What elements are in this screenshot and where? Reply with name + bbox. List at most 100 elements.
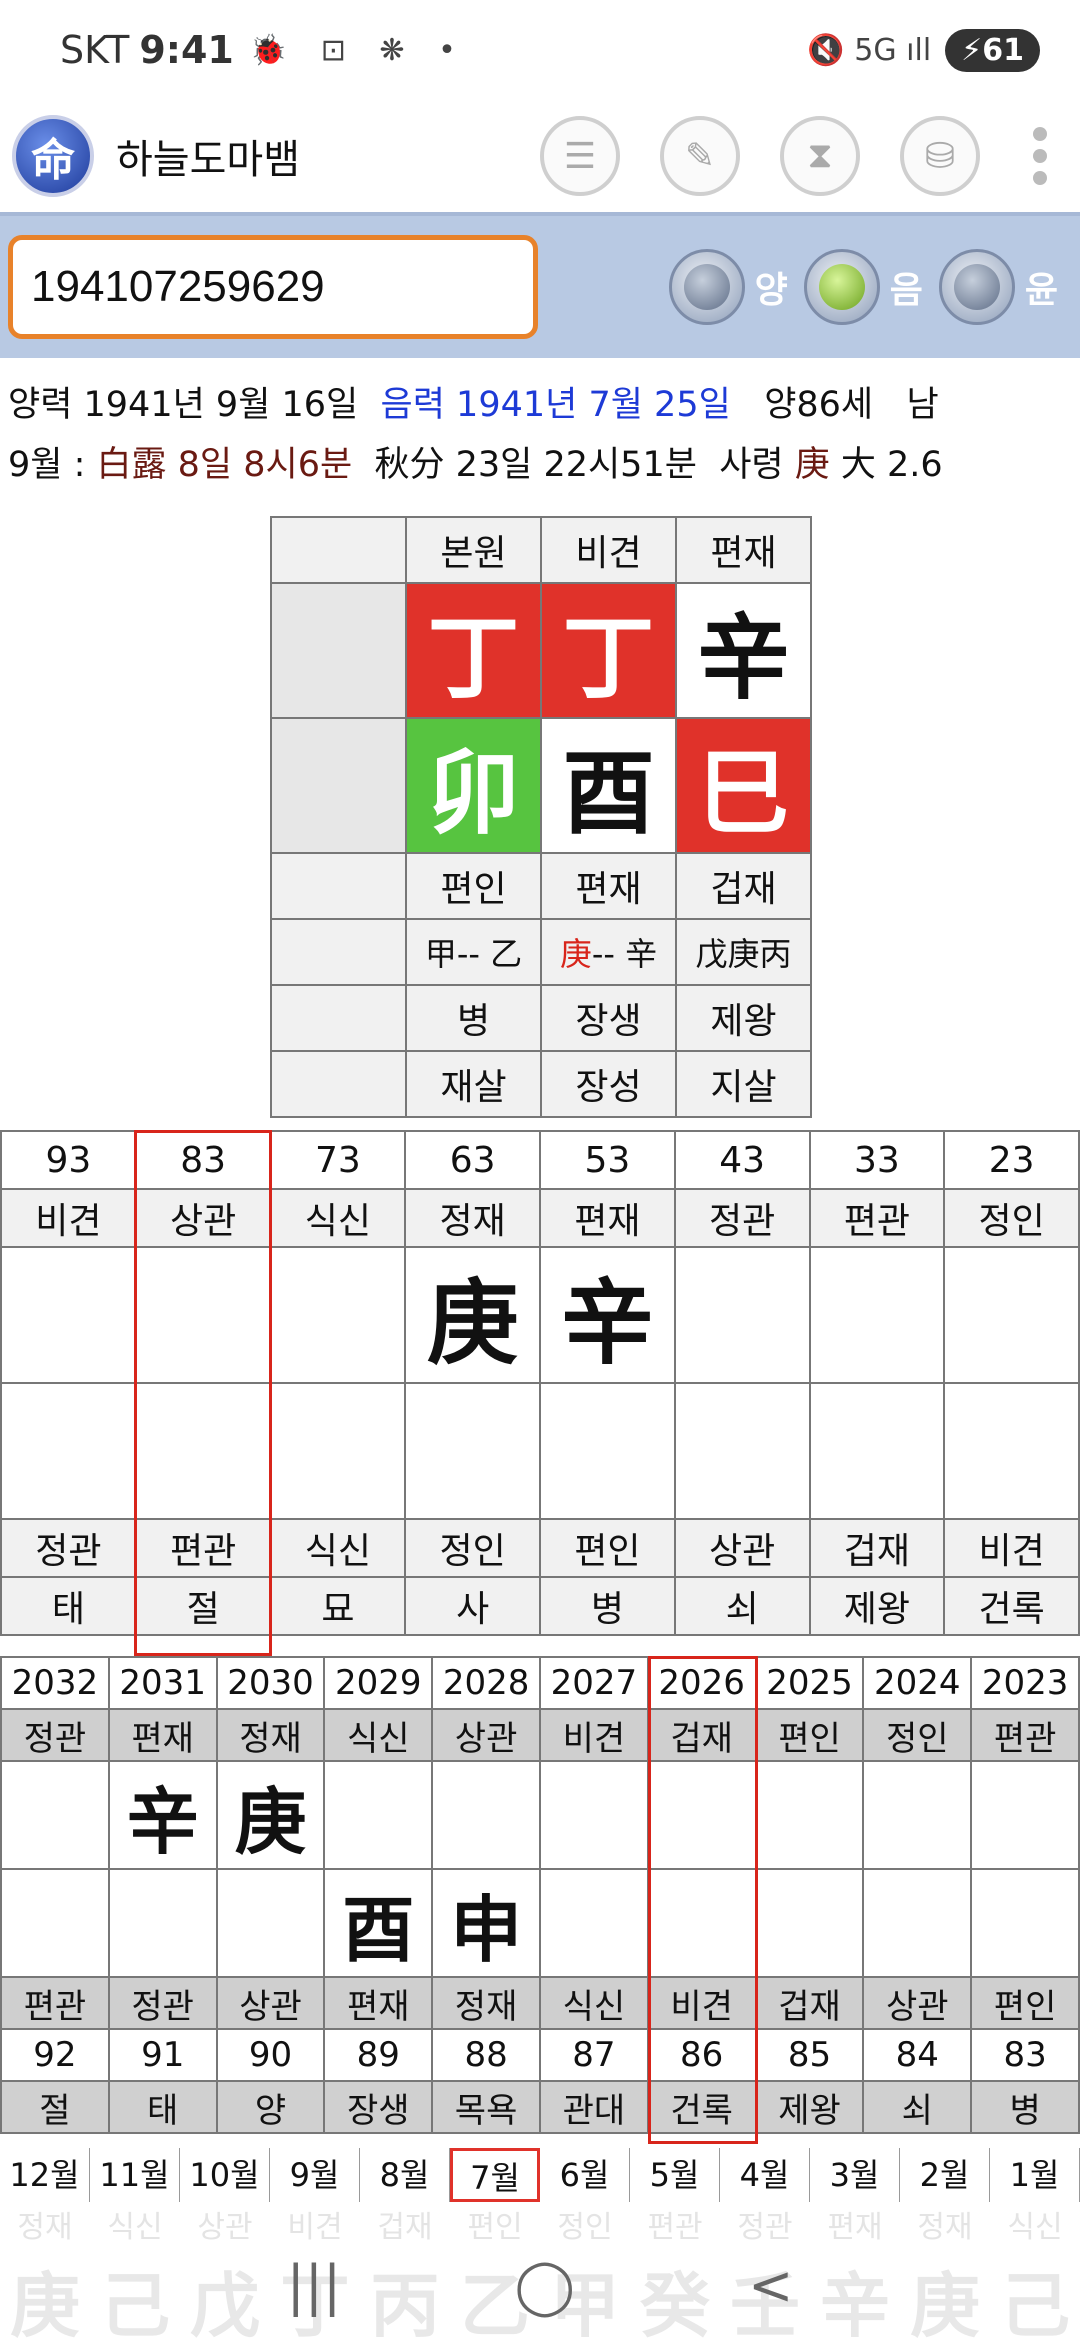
seun-year[interactable]: 2028: [431, 1656, 541, 1710]
seun-age: 86: [646, 2028, 757, 2082]
daewoon-table: 93 83 73 63 53 43 33 23 비견 상관 식신 정재 편재 정…: [0, 1130, 1080, 1636]
daewoon-stem[interactable]: 丁: [0, 1246, 137, 1384]
seun-age: 91: [107, 2028, 218, 2082]
month-tab[interactable]: 12월: [0, 2148, 90, 2202]
seun-branch[interactable]: 戌: [215, 1868, 326, 1978]
seun-branch[interactable]: 子: [0, 1868, 110, 1978]
edit-icon[interactable]: ✎: [660, 116, 740, 196]
more-menu-icon[interactable]: [1020, 127, 1060, 185]
seun-stem[interactable]: 庚: [215, 1760, 326, 1870]
seun-stem[interactable]: 辛: [107, 1760, 218, 1870]
month-tab[interactable]: 8월: [360, 2148, 450, 2202]
daewoon-bottom: 겁재: [808, 1518, 946, 1578]
seun-branch[interactable]: 未: [538, 1868, 649, 1978]
birth-code-input[interactable]: 194107259629: [8, 235, 538, 339]
month-strip: 12월 11월 10월 9월 8월 7월 6월 5월 4월 3월 2월 1월: [0, 2148, 1080, 2202]
database-icon[interactable]: ⛁: [900, 116, 980, 196]
seun-stem[interactable]: 甲: [862, 1760, 973, 1870]
list-icon[interactable]: ☰: [540, 116, 620, 196]
daewoon-branch[interactable]: 卯: [539, 1382, 676, 1520]
seun-branch[interactable]: 辰: [862, 1868, 973, 1978]
daewoon-age[interactable]: 33: [808, 1130, 946, 1190]
daewoon-age[interactable]: 73: [269, 1130, 407, 1190]
daewoon-branch[interactable]: 辰: [673, 1382, 811, 1520]
daewoon-stem[interactable]: 癸: [808, 1246, 946, 1384]
stem-cell[interactable]: 辛: [675, 582, 812, 719]
radio-solar-circle[interactable]: [668, 249, 745, 325]
seun-year[interactable]: 2032: [0, 1656, 110, 1710]
seun-year[interactable]: 2031: [107, 1656, 218, 1710]
month-tab[interactable]: 11월: [90, 2148, 180, 2202]
seun-stem[interactable]: 丁: [538, 1760, 649, 1870]
daewoon-branch[interactable]: 亥: [0, 1382, 137, 1520]
back-icon[interactable]: <: [748, 2254, 793, 2317]
seun-year[interactable]: 2024: [862, 1656, 973, 1710]
seun-branch[interactable]: 巳: [754, 1868, 865, 1978]
seun-year[interactable]: 2023: [970, 1656, 1080, 1710]
seun-year[interactable]: 2026: [646, 1656, 757, 1710]
daewoon-branch[interactable]: 午: [943, 1382, 1080, 1520]
daewoon-stem[interactable]: 甲: [943, 1246, 1080, 1384]
month-tab[interactable]: 2월: [900, 2148, 990, 2202]
seun-age: 87: [538, 2028, 649, 2082]
daewoon-stem[interactable]: 己: [269, 1246, 407, 1384]
month-tab[interactable]: 9월: [270, 2148, 360, 2202]
daewoon-branch[interactable]: 寅: [404, 1382, 541, 1520]
daewoon-age[interactable]: 23: [943, 1130, 1080, 1190]
daewoon-stem[interactable]: 戊: [134, 1246, 272, 1384]
radio-lunar-circle[interactable]: [803, 249, 880, 325]
home-icon[interactable]: ◯: [514, 2254, 574, 2317]
seun-branch[interactable]: 亥: [107, 1868, 218, 1978]
daewoon-branch[interactable]: 巳: [808, 1382, 946, 1520]
daewoon-stem[interactable]: 壬: [673, 1246, 811, 1384]
seun-year[interactable]: 2029: [323, 1656, 434, 1710]
daewoon-stem[interactable]: 庚: [404, 1246, 541, 1384]
daewoon-age[interactable]: 63: [404, 1130, 541, 1190]
seun-stem[interactable]: 壬: [0, 1760, 110, 1870]
pillar-header: 비견: [540, 516, 677, 584]
stem-cell[interactable]: 丁: [540, 582, 677, 719]
radio-leap[interactable]: 윤: [938, 249, 1058, 325]
radio-leap-circle[interactable]: [938, 249, 1015, 325]
seun-branch[interactable]: 午: [646, 1868, 757, 1978]
seun-stem[interactable]: 乙: [754, 1760, 865, 1870]
seun-branch[interactable]: 申: [431, 1868, 541, 1978]
seun-branch[interactable]: 酉: [323, 1868, 434, 1978]
app-logo-icon[interactable]: 命: [12, 115, 94, 197]
seun-year[interactable]: 2025: [754, 1656, 865, 1710]
month-tab[interactable]: 4월: [720, 2148, 810, 2202]
month-tab[interactable]: 1월: [990, 2148, 1080, 2202]
seun-top: 식신: [323, 1708, 434, 1762]
month-tab[interactable]: 6월: [540, 2148, 630, 2202]
recent-apps-icon[interactable]: |||: [287, 2254, 342, 2317]
daewoon-branch[interactable]: 丑: [269, 1382, 407, 1520]
seun-stem[interactable]: 己: [323, 1760, 434, 1870]
seun-stem[interactable]: 戊: [431, 1760, 541, 1870]
month-tab[interactable]: 10월: [180, 2148, 270, 2202]
seun-table: 2032 2031 2030 2029 2028 2027 2026 2025 …: [0, 1656, 1080, 2134]
daewoon-stem[interactable]: 辛: [539, 1246, 676, 1384]
seun-stem[interactable]: 丙: [646, 1760, 757, 1870]
solar-date: 양력 1941년 9월 16일: [8, 385, 359, 425]
daewoon-age[interactable]: 83: [134, 1130, 272, 1190]
branch-cell[interactable]: 巳: [675, 717, 812, 854]
seun-branch[interactable]: 卯: [970, 1868, 1080, 1978]
month-tab-selected[interactable]: 7월: [450, 2148, 540, 2202]
daewoon-age[interactable]: 93: [0, 1130, 137, 1190]
hourglass-icon[interactable]: ⧗: [780, 116, 860, 196]
month-tab[interactable]: 3월: [810, 2148, 900, 2202]
radio-lunar[interactable]: 음: [803, 249, 923, 325]
branch-cell[interactable]: 酉: [540, 717, 677, 854]
month-tab[interactable]: 5월: [630, 2148, 720, 2202]
daewoon-branch[interactable]: 子: [134, 1382, 272, 1520]
seun-year[interactable]: 2030: [215, 1656, 326, 1710]
stem-cell[interactable]: 丁: [405, 582, 542, 719]
daewoon-age[interactable]: 43: [673, 1130, 811, 1190]
branch-cell[interactable]: 卯: [405, 717, 542, 854]
month-label: 9월 :: [8, 445, 86, 485]
seun-stem[interactable]: 癸: [970, 1760, 1080, 1870]
seun-year[interactable]: 2027: [538, 1656, 649, 1710]
daewoon-bottom: 편관: [134, 1518, 272, 1578]
daewoon-age[interactable]: 53: [539, 1130, 676, 1190]
radio-solar[interactable]: 양: [668, 249, 788, 325]
